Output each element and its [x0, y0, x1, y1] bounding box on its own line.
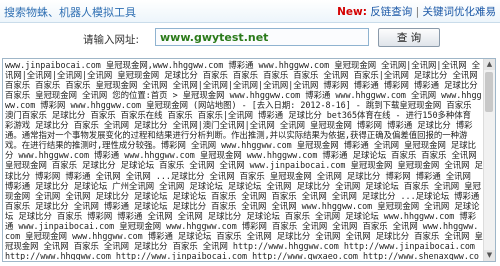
header-bar: 搜索物蛛、机器人模拟工具 New: 反链查询 | 关键词优化难易: [0, 0, 500, 23]
link-separator: |: [415, 6, 420, 18]
feedback-query-link[interactable]: 反链查询: [370, 6, 412, 18]
app-title: 搜索物蛛、机器人模拟工具: [4, 6, 136, 19]
url-input[interactable]: [155, 28, 369, 46]
result-content: www.jinpaibocai.com 皇冠现金网,www.hhggww.com…: [5, 60, 483, 260]
keyword-difficulty-link[interactable]: 关键词优化难易: [423, 6, 497, 18]
url-label: 请输入网址:: [83, 34, 140, 46]
result-textarea[interactable]: www.jinpaibocai.com 皇冠现金网,www.hhggww.com…: [2, 58, 496, 262]
url-form: 请输入网址: 查 询: [0, 26, 500, 52]
scroll-up-arrow-icon[interactable]: ▲: [484, 59, 495, 70]
scroll-thumb[interactable]: [485, 72, 493, 112]
query-button[interactable]: 查 询: [378, 28, 440, 47]
header-links: New: 反链查询 | 关键词优化难易: [337, 4, 496, 19]
new-badge: New:: [337, 6, 367, 18]
scroll-down-arrow-icon[interactable]: ▼: [484, 250, 495, 261]
vertical-scrollbar[interactable]: ▲ ▼: [483, 59, 495, 261]
